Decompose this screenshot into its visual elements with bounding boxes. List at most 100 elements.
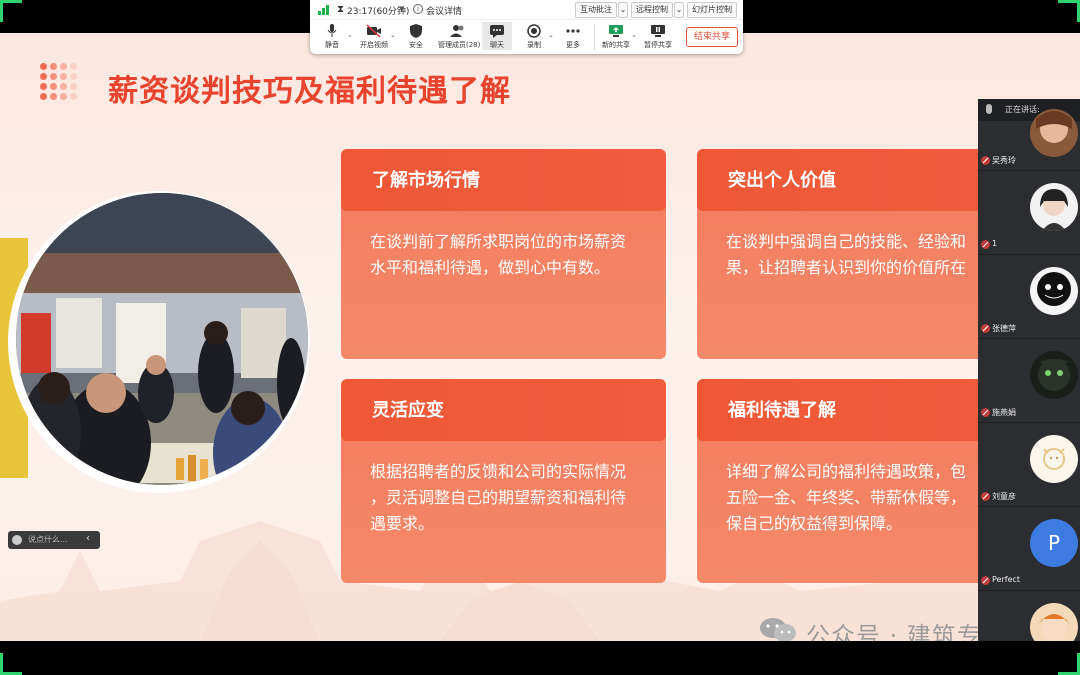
meeting-info-button[interactable]: 会议详情 [426,4,462,17]
chevron-down-icon[interactable]: ▼ [399,5,404,13]
microphone-icon [327,24,337,37]
more-icon [566,29,580,33]
pause-share-button[interactable]: 暂停共享 [640,22,676,50]
manage-members-button[interactable]: 管理成员(28) [438,22,480,50]
corner-marker [1058,0,1080,3]
card-body-line: 五险一金、年终奖、带薪休假等， [726,488,967,507]
mic-muted-icon [981,492,990,501]
members-icon [450,25,464,37]
card-benefits: 福利待遇了解 详细了解公司的福利待遇政策，包 五险一金、年终奖、带薪休假等， 保… [697,379,997,583]
avatar [1030,267,1078,315]
new-share-button[interactable]: 新的共享 [598,22,634,50]
card-title: 灵活应变 [372,400,444,421]
record-button[interactable]: 录制 [516,22,552,50]
toolbar-divider [594,24,595,50]
corner-marker [0,0,22,3]
chat-placeholder: 说点什么... [28,535,68,544]
timer-icon: ⧗ [337,4,345,15]
record-icon [527,24,541,38]
video-options-chevron-icon[interactable]: ⌄ [390,31,396,39]
corner-marker [0,0,3,22]
participant-tile[interactable]: 刘童彦 [978,423,1080,507]
remote-control-button[interactable]: 远程控制 [631,2,673,18]
mute-options-chevron-icon[interactable]: ⌄ [347,31,353,39]
info-icon[interactable]: i [413,4,423,14]
emoji-icon[interactable] [12,535,22,545]
microphone-icon [986,104,992,114]
participant-tile[interactable]: 张德萍 [978,255,1080,339]
card-body: 根据招聘者的反馈和公司的实际情况 ，灵活调整自己的期望薪资和福利待 遇要求。 [370,459,655,537]
participant-name: 刘童彦 [992,492,1016,501]
participant-name: 施燕娟 [992,408,1016,417]
card-body-line: 遇要求。 [370,514,435,533]
mute-button[interactable]: 静音 [314,22,350,50]
record-options-chevron-icon[interactable]: ⌄ [548,31,554,39]
participant-tile[interactable]: 施燕娟 [978,339,1080,423]
shared-slide: 薪资谈判技巧及福利待遇了解 了解市场行情 在谈判前了解所求职岗位的市场薪资 水平… [0,33,1080,641]
card-body-line: 在谈判前了解所求职岗位的市场薪资 [370,232,627,251]
card-body: 在谈判前了解所求职岗位的市场薪资 水平和福利待遇，做到心中有数。 [370,229,655,281]
slide-title: 薪资谈判技巧及福利待遇了解 [108,74,511,109]
participant-tile[interactable]: 1 [978,171,1080,255]
mic-muted-icon [981,156,990,165]
wechat-icon [760,618,796,641]
participant-name: Perfect [992,575,1021,584]
participant-name: 1 [992,239,998,248]
screen: 薪资谈判技巧及福利待遇了解 了解市场行情 在谈判前了解所求职岗位的市场薪资 水平… [0,0,1080,675]
speaking-label: 正在讲话: [1005,105,1040,114]
toolbar-status-row: ⧗ 23:17(60分钟) ▼ i 会议详情 互动批注 ⌄ 远程控制 ⌄ 幻灯片… [310,0,743,20]
card-market: 了解市场行情 在谈判前了解所求职岗位的市场薪资 水平和福利待遇，做到心中有数。 [341,149,666,359]
pause-icon [651,25,665,37]
share-screen-icon [609,25,623,37]
card-body-line: ，灵活调整自己的期望薪资和福利待 [370,488,627,507]
annotation-button[interactable]: 互动批注 [575,2,617,18]
card-body: 详细了解公司的福利待遇政策，包 五险一金、年终奖、带薪休假等， 保自己的权益得到… [726,459,996,537]
card-title: 了解市场行情 [372,170,480,191]
chat-input[interactable]: 说点什么... ‹ [8,531,100,549]
chat-button[interactable]: 聊天 [482,22,512,50]
participant-tile[interactable]: 吴秀玲 [978,109,1080,171]
card-body-line: 水平和福利待遇，做到心中有数。 [370,258,611,277]
avatar [1030,109,1078,157]
card-flexible: 灵活应变 根据招聘者的反馈和公司的实际情况 ，灵活调整自己的期望薪资和福利待 遇… [341,379,666,583]
signal-icon [318,5,332,15]
remote-control-dropdown[interactable]: ⌄ [674,2,684,18]
mic-muted-icon [981,408,990,417]
card-body-line: 在谈判中强调自己的技能、经验和 [726,232,967,251]
avatar [1030,183,1078,231]
end-share-button[interactable]: 结束共享 [686,27,738,47]
more-button[interactable]: 更多 [555,22,591,50]
avatar [1030,603,1078,641]
mic-muted-icon [981,576,990,585]
mic-muted-icon [981,240,990,249]
participant-tile[interactable]: P Perfect [978,507,1080,591]
avatar: P [1030,519,1078,567]
annotation-dropdown[interactable]: ⌄ [618,2,628,18]
participant-name: 张德萍 [992,324,1016,333]
card-title: 福利待遇了解 [728,400,836,421]
card-body-line: 根据招聘者的反馈和公司的实际情况 [370,462,627,481]
participant-tile[interactable] [978,591,1080,641]
chat-icon [490,25,504,38]
card-body: 在谈判中强调自己的技能、经验和 果，让招聘者认识到你的价值所在 [726,229,996,281]
camera-off-icon [366,24,381,38]
security-button[interactable]: 安全 [398,22,434,50]
collapse-icon[interactable]: ‹ [86,533,90,544]
avatar [1030,351,1078,399]
card-title: 突出个人价值 [728,170,836,191]
card-body-line: 果，让招聘者认识到你的价值所在 [726,258,967,277]
video-button[interactable]: 开启视频 [356,22,392,50]
mic-muted-icon [981,324,990,333]
watermark-text: 公众号 · 建筑专语 [806,622,1007,641]
card-value: 突出个人价值 在谈判中强调自己的技能、经验和 果，让招聘者认识到你的价值所在 [697,149,997,359]
shield-icon [410,24,422,38]
title-dots-decoration [40,63,88,103]
card-body-line: 详细了解公司的福利待遇政策，包 [726,462,967,481]
avatar [1030,435,1078,483]
participants-panel: 正在讲话: 吴秀玲 1 张德萍 施燕娟 刘童彦 P Perfect [978,99,1080,641]
share-options-chevron-icon[interactable]: ⌄ [631,31,637,39]
meeting-toolbar: ⧗ 23:17(60分钟) ▼ i 会议详情 互动批注 ⌄ 远程控制 ⌄ 幻灯片… [310,0,743,54]
slide-control-button[interactable]: 幻灯片控制 [687,2,737,18]
job-fair-photo [16,193,308,485]
card-body-line: 保自己的权益得到保障。 [726,514,903,533]
